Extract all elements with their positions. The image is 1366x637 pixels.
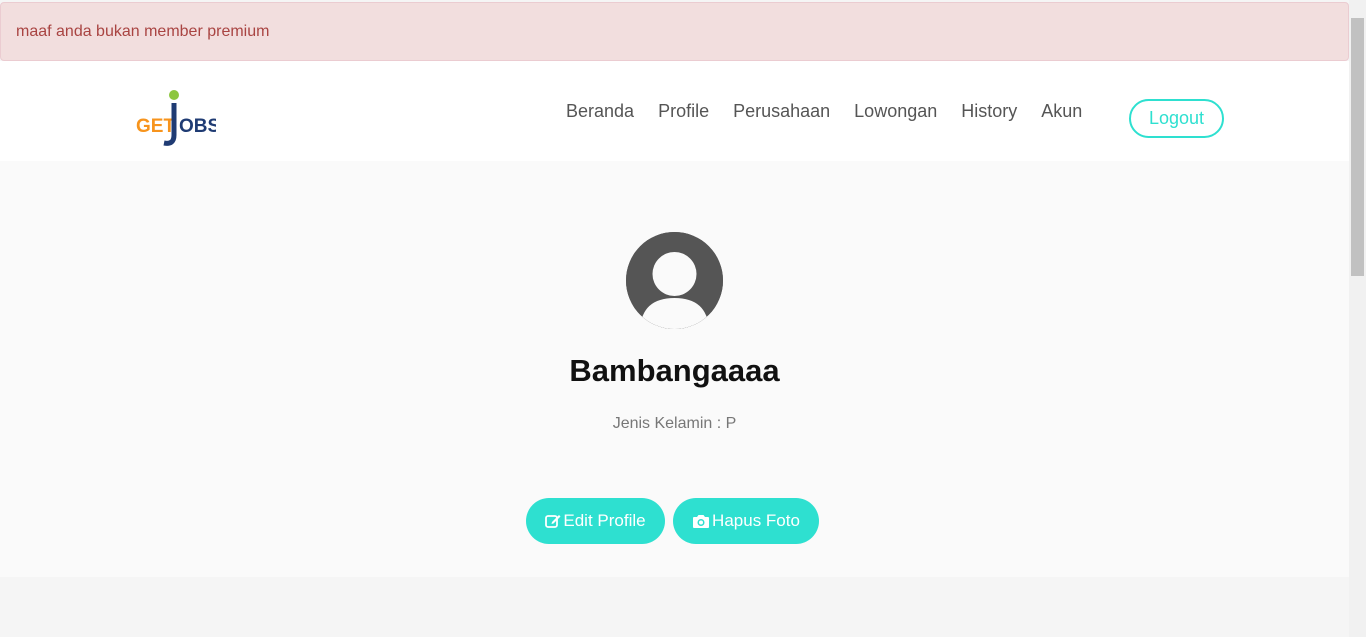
getjobs-logo[interactable]: GET OBS xyxy=(136,87,220,147)
premium-alert: maaf anda bukan member premium xyxy=(0,2,1349,61)
edit-profile-button[interactable]: Edit Profile xyxy=(526,498,665,544)
edit-profile-label: Edit Profile xyxy=(563,511,646,530)
profile-name: Bambangaaaa xyxy=(569,353,780,388)
page: maaf anda bukan member premium GET OBS B… xyxy=(0,0,1349,637)
alert-message: maaf anda bukan member premium xyxy=(16,23,270,40)
nav-link-akun[interactable]: Akun xyxy=(1029,61,1094,161)
user-placeholder-icon xyxy=(626,232,723,329)
delete-photo-button[interactable]: Hapus Foto xyxy=(673,498,819,544)
page-scrollbar[interactable] xyxy=(1349,0,1366,637)
svg-text:OBS: OBS xyxy=(179,116,216,137)
camera-icon xyxy=(692,514,710,529)
profile-gender: Jenis Kelamin : P xyxy=(612,415,737,432)
svg-text:GET: GET xyxy=(136,116,175,137)
nav-link-lowongan[interactable]: Lowongan xyxy=(842,61,949,161)
nav-link-history[interactable]: History xyxy=(949,61,1029,161)
edit-icon xyxy=(545,513,561,529)
nav-link-profile[interactable]: Profile xyxy=(646,61,721,161)
delete-photo-label: Hapus Foto xyxy=(712,511,800,530)
nav-link-perusahaan[interactable]: Perusahaan xyxy=(721,61,842,161)
logout-button[interactable]: Logout xyxy=(1129,99,1224,138)
navbar: GET OBS Beranda Profile Perusahaan Lowon… xyxy=(0,61,1349,161)
nav-link-beranda[interactable]: Beranda xyxy=(554,61,646,161)
nav-links: Beranda Profile Perusahaan Lowongan Hist… xyxy=(554,61,1094,161)
logo-graphic: GET OBS xyxy=(136,90,220,146)
profile-section: Bambangaaaa Jenis Kelamin : P Edit Profi… xyxy=(0,161,1349,577)
scrollbar-thumb[interactable] xyxy=(1351,18,1364,276)
